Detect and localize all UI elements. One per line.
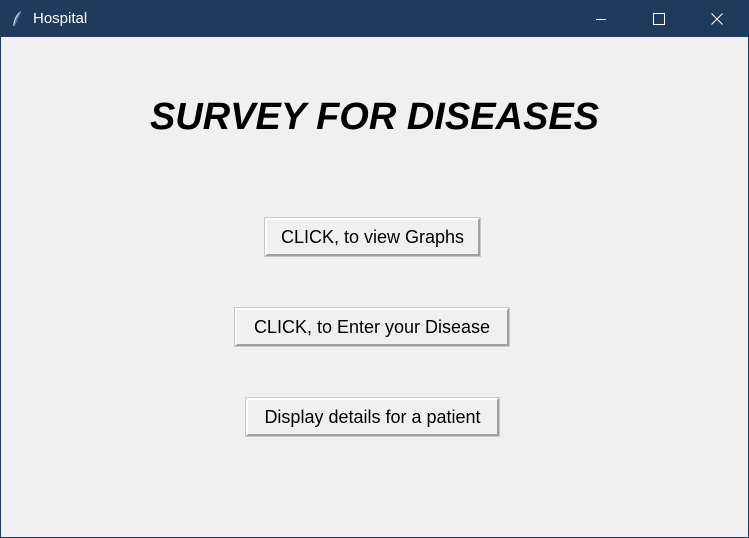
app-window: Hospital SURVEY FOR DISEASES CLICK, to v… [0,0,749,538]
window-title: Hospital [33,10,88,27]
close-icon [711,13,723,25]
maximize-button[interactable] [630,1,688,37]
close-button[interactable] [688,1,746,37]
feather-icon [11,10,23,28]
minimize-icon [595,13,607,25]
maximize-icon [653,13,665,25]
main-content: SURVEY FOR DISEASES CLICK, to view Graph… [1,37,748,537]
title-bar[interactable]: Hospital [1,1,748,37]
enter-disease-button[interactable]: CLICK, to Enter your Disease [234,307,510,347]
page-title: SURVEY FOR DISEASES [149,96,600,138]
patient-details-button[interactable]: Display details for a patient [245,397,500,437]
view-graphs-button[interactable]: CLICK, to view Graphs [264,217,481,257]
minimize-button[interactable] [572,1,630,37]
